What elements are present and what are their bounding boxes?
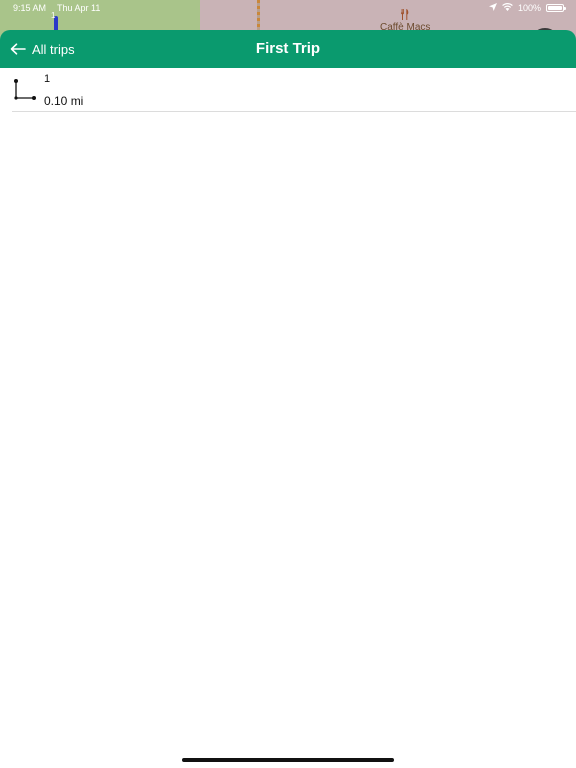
route-segment-icon [12,77,40,101]
status-date: Thu Apr 11 [57,3,101,13]
battery-icon [546,4,566,12]
back-button-label: All trips [32,41,75,57]
status-indicators: 100% [488,0,566,16]
location-arrow-icon [488,0,497,16]
nav-header: All trips First Trip [0,30,576,68]
segment-list: 1 0.10 mi [0,68,576,112]
home-indicator[interactable] [182,758,394,762]
wifi-icon [502,0,513,16]
battery-percent: 100% [517,3,541,13]
list-item[interactable]: 1 0.10 mi [12,68,576,112]
status-time: 9:15 AM [13,3,47,13]
page-title: First Trip [255,40,321,57]
status-bar: 9:15 AM Thu Apr 11 100% [0,0,576,16]
back-button[interactable]: All trips [10,30,75,68]
segment-distance: 0.10 mi [44,94,84,108]
arrow-left-icon [10,43,26,55]
segment-name: 1 [44,73,51,85]
